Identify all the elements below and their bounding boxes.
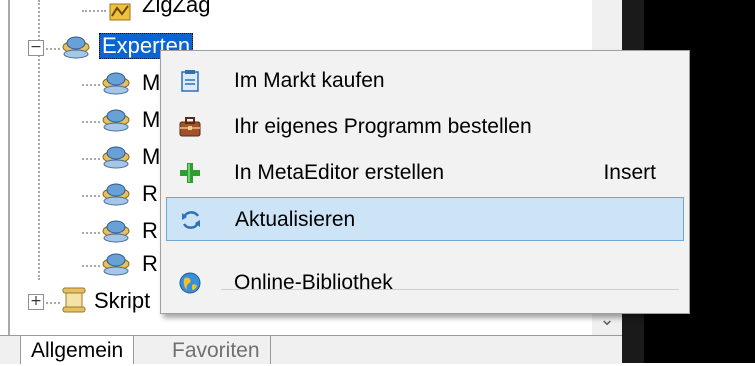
green-plus-icon (180, 163, 200, 183)
collapse-icon[interactable]: − (28, 40, 44, 56)
market-bag-icon (181, 70, 199, 92)
tree-item-zigzag[interactable]: ZigZag (0, 0, 600, 24)
expert-advisor-icon (102, 220, 130, 243)
tree-item-label: M (142, 107, 161, 132)
menu-item-label: Im Markt kaufen (234, 69, 385, 92)
menu-item-label: Aktualisieren (235, 208, 356, 231)
expert-advisor-icon (102, 183, 130, 206)
tree-item-label: R (142, 251, 158, 276)
refresh-icon (182, 211, 200, 229)
menu-item-label: Online-Bibliothek (234, 271, 393, 294)
menu-item-label: Ihr eigenes Programm bestellen (234, 115, 532, 138)
tree-item-label: R (142, 218, 158, 243)
briefcase-icon (179, 117, 201, 137)
menu-item-shortcut: Insert (603, 161, 656, 184)
menu-item-im-markt-kaufen[interactable]: Im Markt kaufen (166, 59, 684, 103)
expert-advisor-icon (102, 72, 130, 95)
expert-advisor-icon (62, 36, 90, 59)
script-scroll-icon (62, 287, 86, 313)
panel-border (8, 0, 10, 363)
menu-item-aktualisieren[interactable]: Aktualisieren (166, 197, 684, 241)
tree-item-label: M (142, 144, 161, 169)
indicator-icon (109, 3, 131, 21)
menu-item-programm-bestellen[interactable]: Ihr eigenes Programm bestellen (166, 105, 684, 149)
tree-item-label: M (142, 70, 161, 95)
expert-advisor-icon (102, 146, 130, 169)
menu-item-online-bibliothek[interactable]: Online-Bibliothek (166, 261, 684, 305)
expand-icon[interactable]: + (28, 294, 44, 310)
tab-favoriten[interactable]: Favoriten (162, 336, 271, 364)
menu-item-metaeditor-erstellen[interactable]: In MetaEditor erstellen Insert (166, 151, 684, 195)
tab-allgemein[interactable]: Allgemein (20, 336, 135, 364)
globe-icon (179, 272, 201, 294)
menu-item-label: In MetaEditor erstellen (234, 161, 445, 184)
tree-item-label: R (142, 181, 158, 206)
tree-item-label: ZigZag (142, 0, 211, 17)
expert-advisor-icon (102, 253, 130, 276)
context-menu: Im Markt kaufen Ihr eigenes Programm bes… (160, 50, 690, 314)
navigator-tabs: Allgemein Favoriten (0, 335, 622, 364)
tree-item-label: Skript (94, 288, 151, 313)
expert-advisor-icon (102, 109, 130, 132)
